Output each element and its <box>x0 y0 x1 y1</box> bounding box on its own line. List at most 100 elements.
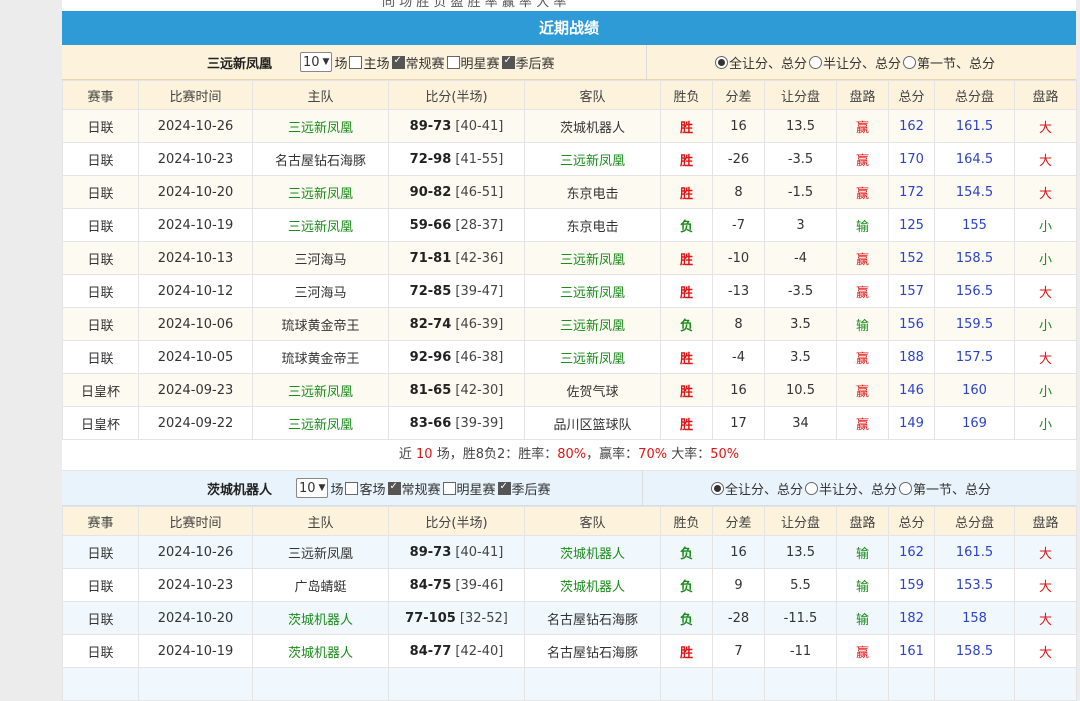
filter-checkbox[interactable] <box>391 55 405 69</box>
filter-checkbox[interactable] <box>442 481 456 495</box>
filter-label: 客场 <box>359 482 386 498</box>
date-cell: 2024-10-20 <box>138 175 253 209</box>
team2-name: 茨城机器人 <box>206 482 272 498</box>
away-team-cell[interactable]: 三远新凤凰 <box>524 307 661 341</box>
home-team-cell[interactable]: 三远新凤凰 <box>252 208 389 242</box>
total-points-cell: 125 <box>888 208 935 242</box>
column-header: 让分盘 <box>764 80 837 110</box>
game-row: 日皇杯 2024-09-22 三远新凤凰 83-66 [39-39] 品川区篮球队胜 17… <box>62 406 1077 440</box>
home-team-cell[interactable]: 三远新凤凰 <box>252 109 389 143</box>
handicap-result-cell: 输 <box>836 307 889 341</box>
handicap-line-cell: -1.5 <box>764 175 837 209</box>
away-team-cell[interactable]: 品川区篮球队 <box>524 406 661 440</box>
team2-count-select[interactable]: 10 ▼ <box>296 478 329 498</box>
final-score: 72-98 <box>409 151 452 167</box>
mode-radio[interactable] <box>711 481 724 495</box>
away-team-cell[interactable]: 三远新凤凰 <box>524 241 661 275</box>
away-team-cell[interactable]: 名古屋钻石海豚 <box>524 634 661 668</box>
column-header: 客队 <box>524 80 661 110</box>
score-cell: 84-77 [42-40] <box>388 634 525 668</box>
date-cell: 2024-10-26 <box>138 109 253 143</box>
summary-cover-rate: 70% <box>638 447 668 462</box>
away-team-cell[interactable]: 佐贺气球 <box>524 373 661 407</box>
over-under-cell: 小 <box>1014 307 1077 341</box>
half-score: [46-38] <box>455 349 504 365</box>
home-team-cell[interactable]: 三河海马 <box>252 241 389 275</box>
result-cell: 胜 <box>660 373 713 407</box>
total-points-cell <box>888 667 935 701</box>
away-team-cell[interactable]: 东京电击 <box>524 175 661 209</box>
date-cell: 2024-10-12 <box>138 274 253 308</box>
half-score: [46-39] <box>455 316 504 332</box>
filter-checkbox[interactable] <box>501 55 515 69</box>
home-team-cell[interactable]: 三远新凤凰 <box>252 175 389 209</box>
over-under-cell: 大 <box>1014 535 1077 569</box>
home-team-cell[interactable]: 名古屋钻石海豚 <box>252 142 389 176</box>
filter-checkbox[interactable] <box>446 55 460 69</box>
away-team-cell[interactable]: 名古屋钻石海豚 <box>524 601 661 635</box>
half-score: [42-40] <box>455 643 504 659</box>
column-header: 胜负 <box>660 506 713 536</box>
home-team-cell[interactable]: 茨城机器人 <box>252 601 389 635</box>
home-team-cell[interactable]: 琉球黄金帝王 <box>252 307 389 341</box>
away-team-cell[interactable]: 东京电击 <box>524 208 661 242</box>
column-header: 总分盘 <box>934 80 1015 110</box>
filter-label: 常规赛 <box>401 482 441 498</box>
away-team-cell[interactable]: 三远新凤凰 <box>524 274 661 308</box>
margin-cell: 8 <box>712 175 765 209</box>
mode-radio[interactable] <box>805 481 819 495</box>
filter-checkbox[interactable] <box>345 481 359 495</box>
filter-checkbox[interactable] <box>349 55 363 69</box>
half-score: [46-51] <box>455 184 504 200</box>
team1-rows: 日联 2024-10-26 三远新凤凰 89-73 [40-41] 茨城机器人胜 16 13… <box>62 109 1077 440</box>
mode-label: 半让分、总分 <box>823 56 902 72</box>
total-points-cell: 161 <box>888 634 935 668</box>
away-team-cell[interactable] <box>524 667 661 701</box>
home-team-cell[interactable]: 琉球黄金帝王 <box>252 340 389 374</box>
game-row: 日联 2024-10-23 广岛蜻蜓 84-75 [39-46] 茨城机器人负 9 5.5 输… <box>62 568 1077 602</box>
handicap-result-cell: 输 <box>836 568 889 602</box>
team1-count-select[interactable]: 10 ▼ <box>300 52 333 72</box>
away-team-cell[interactable]: 三远新凤凰 <box>524 340 661 374</box>
total-points-cell: 170 <box>888 142 935 176</box>
margin-cell <box>712 667 765 701</box>
filter-checkbox[interactable] <box>497 481 511 495</box>
margin-cell: 8 <box>712 307 765 341</box>
final-score: 77-105 <box>405 610 456 626</box>
total-points-cell: 152 <box>888 241 935 275</box>
game-row: 日联 2024-10-20 三远新凤凰 90-82 [46-51] 东京电击胜 8 -1.5… <box>62 175 1077 209</box>
league-cell: 日联 <box>62 274 139 308</box>
away-team-cell[interactable]: 茨城机器人 <box>524 568 661 602</box>
column-header: 分差 <box>712 506 765 536</box>
total-line-cell: 164.5 <box>934 142 1015 176</box>
final-score: 59-66 <box>409 217 452 233</box>
home-team-cell[interactable]: 三河海马 <box>252 274 389 308</box>
home-team-cell[interactable]: 三远新凤凰 <box>252 535 389 569</box>
away-team-cell[interactable]: 三远新凤凰 <box>524 142 661 176</box>
score-cell: 89-73 [40-41] <box>388 109 525 143</box>
home-team-cell[interactable] <box>252 667 389 701</box>
total-points-cell: 182 <box>888 601 935 635</box>
mode-radio[interactable] <box>903 55 917 69</box>
total-line-cell: 157.5 <box>934 340 1015 374</box>
home-team-cell[interactable]: 广岛蜻蜓 <box>252 568 389 602</box>
handicap-line-cell: -3.5 <box>764 274 837 308</box>
mode-radio[interactable] <box>715 55 728 69</box>
home-team-cell[interactable]: 三远新凤凰 <box>252 406 389 440</box>
half-score: [39-39] <box>455 415 504 431</box>
mode-radio[interactable] <box>809 55 823 69</box>
result-cell: 胜 <box>660 274 713 308</box>
away-team-cell[interactable]: 茨城机器人 <box>524 535 661 569</box>
total-line-cell: 161.5 <box>934 535 1015 569</box>
league-cell: 日联 <box>62 175 139 209</box>
handicap-line-cell: -11 <box>764 634 837 668</box>
home-team-cell[interactable]: 茨城机器人 <box>252 634 389 668</box>
date-cell: 2024-10-20 <box>138 601 253 635</box>
filter-checkbox[interactable] <box>387 481 401 495</box>
away-team-cell[interactable]: 茨城机器人 <box>524 109 661 143</box>
game-row: 日联 2024-10-06 琉球黄金帝王 82-74 [46-39] 三远新凤凰负 8 3.… <box>62 307 1077 341</box>
team1-summary: 近 10 场，胜8负2：胜率：80%，赢率：70% 大率：50% <box>62 440 1076 471</box>
mode-radio[interactable] <box>899 481 913 495</box>
home-team-cell[interactable]: 三远新凤凰 <box>252 373 389 407</box>
result-cell: 负 <box>660 535 713 569</box>
